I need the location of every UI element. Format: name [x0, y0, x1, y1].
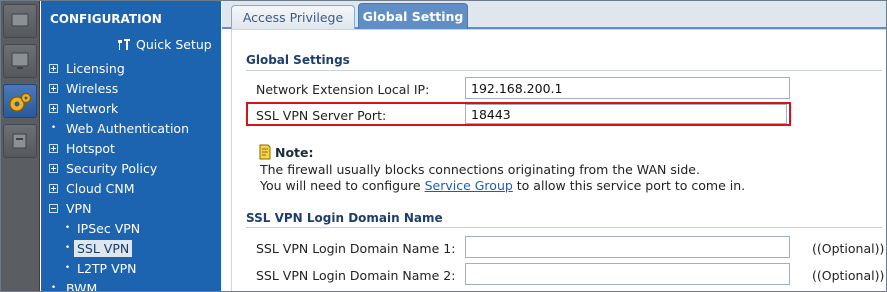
optional-hint: ((Optional)) [812, 268, 885, 283]
tab-global-setting[interactable]: Global Setting [358, 3, 468, 30]
bullet-icon: • [50, 283, 57, 292]
bullet-icon: • [64, 223, 71, 233]
nav-item-label: L2TP VPN [77, 260, 137, 276]
configuration-gears-icon[interactable] [3, 84, 37, 118]
expand-icon[interactable] [49, 83, 58, 93]
section-title-login-domain: SSL VPN Login Domain Name [246, 211, 443, 225]
network-extension-label: Network Extension Local IP: [256, 82, 430, 97]
nav-item-ipsec-vpn[interactable]: • IPSec VPN [41, 218, 221, 238]
nav-header: CONFIGURATION [50, 12, 162, 26]
icon-rail [0, 0, 40, 292]
nav-item-ssl-vpn[interactable]: • SSL VPN [41, 238, 221, 258]
tab-access-privilege[interactable]: Access Privilege [231, 5, 355, 29]
nav-item-label: Network [66, 100, 119, 116]
nav-tree: Licensing Wireless Network • Web Authent… [41, 58, 221, 292]
note-line-2: You will need to configure Service Group… [260, 178, 745, 193]
expand-icon[interactable] [49, 103, 58, 113]
login-domain-name-1-field[interactable] [465, 236, 790, 258]
note-title: Note: [275, 144, 314, 160]
nav-item-label: IPSec VPN [77, 220, 141, 236]
nav-item-security-policy[interactable]: Security Policy [41, 158, 221, 178]
expand-icon[interactable] [49, 163, 58, 173]
server-port-field[interactable]: 18443 [465, 104, 787, 124]
main-content: Access Privilege Global Setting Global S… [222, 0, 887, 292]
nav-item-bwm[interactable]: • BWM [41, 278, 221, 292]
quick-setup-label: Quick Setup [136, 37, 212, 52]
nav-item-label: Licensing [66, 60, 125, 76]
monitor-icon[interactable] [3, 44, 37, 78]
expand-icon[interactable] [49, 143, 58, 153]
section-title-global-settings: Global Settings [246, 53, 350, 67]
nav-item-web-authentication[interactable]: • Web Authentication [41, 118, 221, 138]
section-divider [246, 70, 882, 71]
dashboard-icon[interactable] [3, 4, 37, 38]
collapse-icon[interactable] [49, 203, 58, 213]
nav-item-label: BWM [66, 280, 98, 292]
server-port-label: SSL VPN Server Port: [256, 108, 387, 123]
section-divider [246, 227, 882, 228]
quick-setup-link[interactable]: Quick Setup [117, 37, 212, 52]
expand-icon[interactable] [49, 183, 58, 193]
bullet-icon: • [50, 123, 57, 133]
network-extension-ip-field[interactable]: 192.168.200.1 [465, 77, 790, 99]
global-setting-panel: Global Settings Network Extension Local … [231, 29, 887, 292]
login-domain-name-2-label: SSL VPN Login Domain Name 2: [256, 268, 456, 283]
nav-item-label: Security Policy [66, 160, 158, 176]
tab-bar: Access Privilege Global Setting [222, 0, 887, 30]
optional-hint: ((Optional)) [812, 241, 885, 256]
bullet-icon: • [64, 243, 71, 253]
nav-item-label: Wireless [66, 80, 119, 96]
note-line-2-suffix: to allow this service port to come in. [512, 178, 746, 193]
bullet-icon: • [64, 263, 71, 273]
login-domain-name-1-label: SSL VPN Login Domain Name 1: [256, 241, 456, 256]
note-heading: Note: [258, 144, 314, 160]
expand-icon[interactable] [49, 63, 58, 73]
nav-item-licensing[interactable]: Licensing [41, 58, 221, 78]
nav-item-cloud-cnm[interactable]: Cloud CNM [41, 178, 221, 198]
nav-item-label: Hotspot [66, 140, 115, 156]
note-line-2-prefix: You will need to configure [260, 178, 425, 193]
nav-item-l2tp-vpn[interactable]: • L2TP VPN [41, 258, 221, 278]
nav-item-label: Cloud CNM [66, 180, 135, 196]
note-line-1: The firewall usually blocks connections … [260, 162, 700, 177]
login-domain-name-2-field[interactable] [465, 263, 790, 285]
config-nav-panel: CONFIGURATION Quick Setup Licensing Wire… [41, 0, 221, 292]
nav-item-network[interactable]: Network [41, 98, 221, 118]
nav-item-vpn[interactable]: VPN [41, 198, 221, 218]
service-group-link[interactable]: Service Group [425, 178, 513, 193]
maintenance-icon[interactable] [3, 124, 37, 158]
nav-item-label: Web Authentication [66, 120, 189, 136]
nav-item-hotspot[interactable]: Hotspot [41, 138, 221, 158]
nav-item-label: VPN [66, 200, 92, 216]
quick-setup-icon [118, 39, 130, 50]
note-icon [259, 144, 271, 160]
nav-item-wireless[interactable]: Wireless [41, 78, 221, 98]
nav-item-label: SSL VPN [74, 239, 133, 257]
